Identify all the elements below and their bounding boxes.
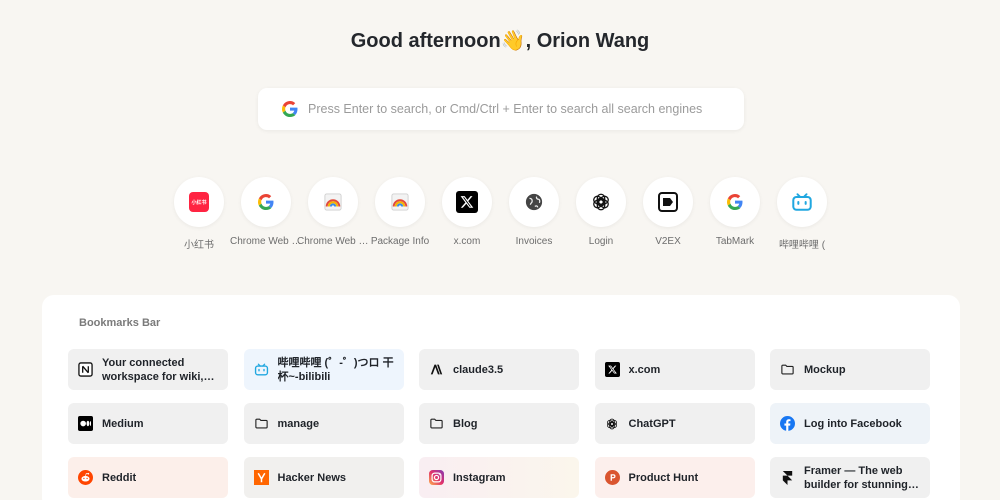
shortcut-chrome-web-store[interactable]: Chrome Web Store: [230, 177, 302, 257]
search-bar[interactable]: [258, 88, 744, 130]
bookmark-chatgpt[interactable]: ChatGPT: [594, 403, 755, 444]
shortcut-x[interactable]: x.com: [442, 177, 492, 257]
shortcut-login[interactable]: Login: [576, 177, 626, 257]
shortcut-icon-container[interactable]: [710, 177, 760, 227]
bookmark-label: Product Hunt: [628, 471, 699, 484]
framer-icon: [780, 470, 795, 485]
bookmark-medium[interactable]: Medium: [68, 403, 228, 444]
bookmark-label: Medium: [102, 417, 144, 430]
shortcut-bilibili[interactable]: 哔哩哔哩 (: [777, 177, 827, 257]
shortcuts-row: 小红书 小红书 Chrome Web Store Chrome Web Stor…: [174, 177, 834, 257]
bookmark-claude[interactable]: claude3.5: [419, 349, 579, 390]
shortcut-label[interactable]: V2EX: [632, 236, 704, 247]
anthropic-icon: [429, 362, 444, 377]
shortcut-icon-container[interactable]: [241, 177, 291, 227]
v2ex-icon: [658, 192, 678, 212]
bookmark-folder-blog[interactable]: Blog: [419, 403, 579, 444]
bookmark-label: Your connected workspace for wiki, docs …: [102, 356, 204, 383]
globe-icon: [525, 193, 543, 211]
bookmark-x[interactable]: x.com: [594, 349, 755, 390]
instagram-icon: [429, 470, 444, 485]
google-icon[interactable]: [282, 101, 298, 117]
bookmark-notion[interactable]: Your connected workspace for wiki, docs …: [68, 349, 228, 390]
shortcut-label[interactable]: 小红书: [163, 236, 235, 251]
bookmark-product-hunt[interactable]: Product Hunt: [594, 457, 755, 498]
folder-icon: [254, 416, 269, 431]
chrome-rainbow-icon: [391, 193, 409, 211]
bookmark-reddit[interactable]: Reddit: [68, 457, 228, 498]
shortcut-icon-container[interactable]: [643, 177, 693, 227]
bookmark-label: Instagram: [453, 471, 506, 484]
shortcut-icon-container[interactable]: [375, 177, 425, 227]
shortcut-icon-container[interactable]: [442, 177, 492, 227]
hackernews-icon: [253, 470, 269, 485]
shortcut-icon-container[interactable]: 小红书: [174, 177, 224, 227]
openai-icon: [590, 191, 612, 213]
shortcut-xiaohongshu[interactable]: 小红书 小红书: [174, 177, 224, 257]
bookmark-bilibili[interactable]: 哔哩哔哩 (゜-゜)つロ 干杯~-bilibili: [243, 349, 404, 390]
bookmark-label: Log into Facebook: [804, 417, 902, 430]
medium-icon: [78, 416, 93, 431]
bookmark-facebook[interactable]: Log into Facebook: [770, 403, 930, 444]
bookmark-label: claude3.5: [453, 363, 504, 376]
shortcut-v2ex[interactable]: V2EX: [643, 177, 693, 257]
shortcut-label[interactable]: x.com: [431, 236, 503, 247]
notion-icon: [78, 362, 93, 377]
shortcut-tabmark[interactable]: TabMark: [710, 177, 760, 257]
x-icon: [604, 362, 620, 377]
x-icon: [456, 191, 478, 213]
facebook-icon: [780, 416, 795, 431]
bookmark-label: Reddit: [102, 471, 137, 484]
shortcut-label[interactable]: Login: [565, 236, 637, 247]
folder-icon: [429, 416, 444, 431]
shortcut-package-info[interactable]: Package Info: [371, 177, 429, 257]
bookmarks-grid: Your connected workspace for wiki, docs …: [68, 349, 930, 498]
shortcut-icon-container[interactable]: [576, 177, 626, 227]
bookmark-folder-mockup[interactable]: Mockup: [770, 349, 930, 390]
bilibili-icon: [254, 362, 269, 377]
xiaohongshu-logo-text: 小红书: [191, 200, 207, 206]
bookmark-folder-manage[interactable]: manage: [243, 403, 404, 444]
shortcut-icon-container[interactable]: [777, 177, 827, 227]
shortcut-label[interactable]: Chrome Web Store: [230, 236, 302, 247]
bookmark-label: Mockup: [804, 363, 846, 376]
bookmarks-panel: Bookmarks Bar Your connected workspace f…: [42, 295, 960, 500]
producthunt-icon: [604, 470, 620, 485]
bookmark-label: Blog: [453, 417, 478, 430]
bookmark-label: Hacker News: [277, 471, 347, 484]
bookmark-label: manage: [277, 417, 320, 430]
google-icon: [727, 194, 743, 210]
bookmark-label: x.com: [628, 363, 661, 376]
bookmarks-title: Bookmarks Bar: [79, 317, 161, 329]
bookmark-label: Framer — The web builder for stunning si…: [804, 464, 908, 491]
shortcut-label[interactable]: Package Info: [364, 236, 436, 247]
shortcut-invoices[interactable]: Invoices: [509, 177, 559, 257]
reddit-icon: [78, 470, 93, 485]
shortcut-label[interactable]: 哔哩哔哩 (: [766, 236, 838, 251]
bookmark-framer[interactable]: Framer — The web builder for stunning si…: [770, 457, 930, 498]
shortcut-icon-container[interactable]: [308, 177, 358, 227]
shortcut-label[interactable]: TabMark: [699, 236, 771, 247]
shortcut-chrome-web-store-2[interactable]: Chrome Web Store: [297, 177, 369, 257]
bookmark-hacker-news[interactable]: Hacker News: [243, 457, 404, 498]
chrome-rainbow-icon: [324, 193, 342, 211]
google-icon: [258, 194, 274, 210]
bookmark-label: ChatGPT: [628, 417, 676, 430]
bookmark-instagram[interactable]: Instagram: [419, 457, 579, 498]
shortcut-label[interactable]: Invoices: [498, 236, 570, 247]
search-input[interactable]: [308, 102, 744, 116]
folder-icon: [780, 362, 795, 377]
shortcut-icon-container[interactable]: [509, 177, 559, 227]
bookmark-label: 哔哩哔哩 (゜-゜)つロ 干杯~-bilibili: [277, 356, 394, 383]
shortcut-label[interactable]: Chrome Web Store: [297, 236, 369, 247]
openai-icon: [605, 416, 620, 431]
greeting-heading: Good afternoon👋, Orion Wang: [350, 30, 650, 52]
bilibili-icon: [791, 191, 813, 213]
